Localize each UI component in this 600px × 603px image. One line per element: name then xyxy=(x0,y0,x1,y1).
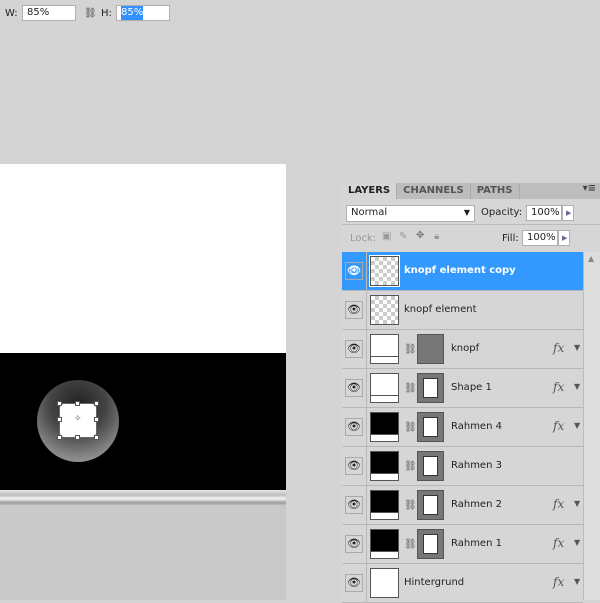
vector-mask-thumbnail[interactable] xyxy=(417,334,444,364)
visibility-eye-icon[interactable]: 👁︎ xyxy=(345,574,363,592)
fill-input[interactable]: 100% xyxy=(522,230,558,246)
layer-name: Shape 1 xyxy=(451,382,492,393)
opacity-label: Opacity: xyxy=(481,207,523,218)
visibility-eye-icon[interactable]: 👁︎ xyxy=(345,340,363,358)
lock-transparent-icon[interactable]: ▣ xyxy=(382,231,391,242)
opacity-input[interactable]: 100% xyxy=(526,205,562,221)
expand-effects-icon[interactable]: ▼ xyxy=(574,538,580,547)
transform-selection[interactable]: ✧ xyxy=(57,401,99,440)
visibility-eye-icon[interactable]: 👁︎ xyxy=(345,418,363,436)
expand-effects-icon[interactable]: ▼ xyxy=(574,421,580,430)
layer-name: Hintergrund xyxy=(404,577,465,588)
expand-effects-icon[interactable]: ▼ xyxy=(574,343,580,352)
layer-thumbnail xyxy=(370,373,399,403)
tab-paths[interactable]: PATHS xyxy=(471,183,520,199)
vector-mask-thumbnail[interactable] xyxy=(417,373,444,403)
layer-thumbnail xyxy=(369,255,400,287)
blend-mode-select[interactable]: Normal ▼ xyxy=(346,205,475,222)
fill-slider-arrow[interactable]: ▶ xyxy=(558,230,570,246)
layer-thumbnail xyxy=(370,295,399,325)
layers-scrollbar[interactable]: ▲ xyxy=(583,252,600,600)
height-input[interactable]: 85% xyxy=(116,5,170,21)
layer-row[interactable]: 👁︎ ⛓ Shape 1 fx ▼ xyxy=(342,369,583,408)
layer-thumbnail xyxy=(370,412,399,442)
layer-name: Rahmen 4 xyxy=(451,421,502,432)
fx-icon[interactable]: fx xyxy=(553,536,564,550)
height-value: 85% xyxy=(121,6,144,20)
center-point-icon: ✧ xyxy=(74,414,82,424)
layer-thumbnail xyxy=(370,490,399,520)
layer-name: Rahmen 3 xyxy=(451,460,502,471)
vector-mask-thumbnail[interactable] xyxy=(417,490,444,520)
layer-row[interactable]: 👁︎ knopf element copy xyxy=(342,252,583,291)
vector-mask-thumbnail[interactable] xyxy=(417,529,444,559)
lock-label: Lock: xyxy=(350,233,377,244)
visibility-eye-icon[interactable]: 👁︎ xyxy=(345,301,363,319)
layer-row[interactable]: 👁︎ ⛓ Rahmen 1 fx ▼ xyxy=(342,525,583,564)
expand-effects-icon[interactable]: ▼ xyxy=(574,499,580,508)
vector-mask-thumbnail[interactable] xyxy=(417,451,444,481)
transform-handle[interactable] xyxy=(94,401,99,406)
vector-mask-thumbnail[interactable] xyxy=(417,412,444,442)
link-icon[interactable]: ⛓ xyxy=(84,5,97,21)
layer-row[interactable]: 👁︎ ⛓ knopf fx ▼ xyxy=(342,330,583,369)
lock-all-icon[interactable]: 🔒︎ xyxy=(434,231,439,242)
layers-panel: LAYERS CHANNELS PATHS ▾≡ Normal ▼ Opacity… xyxy=(342,183,600,603)
visibility-eye-icon[interactable]: 👁︎ xyxy=(345,379,363,397)
fill-label: Fill: xyxy=(502,233,519,244)
layer-thumbnail xyxy=(370,529,399,559)
blend-mode-value: Normal xyxy=(351,207,388,218)
layer-row[interactable]: 👁︎ ⛓ Rahmen 2 fx ▼ xyxy=(342,486,583,525)
visibility-eye-icon[interactable]: 👁︎ xyxy=(345,262,363,280)
expand-effects-icon[interactable]: ▼ xyxy=(574,577,580,586)
layer-name: knopf element copy xyxy=(404,265,516,276)
opacity-slider-arrow[interactable]: ▶ xyxy=(562,205,574,221)
tab-layers[interactable]: LAYERS xyxy=(342,183,398,199)
layer-thumbnail xyxy=(370,451,399,481)
visibility-eye-icon[interactable]: 👁︎ xyxy=(345,496,363,514)
layer-thumbnail xyxy=(370,568,399,598)
chain-link-icon[interactable]: ⛓ xyxy=(404,344,417,355)
layer-name: knopf element xyxy=(404,304,477,315)
fx-icon[interactable]: fx xyxy=(553,497,564,511)
transform-handle[interactable] xyxy=(75,401,80,406)
visibility-eye-icon[interactable]: 👁︎ xyxy=(345,535,363,553)
layer-thumbnail xyxy=(370,334,399,364)
expand-effects-icon[interactable]: ▼ xyxy=(574,382,580,391)
visibility-eye-icon[interactable]: 👁︎ xyxy=(345,457,363,475)
transform-handle[interactable] xyxy=(94,435,99,440)
transform-handle[interactable] xyxy=(57,417,62,422)
layer-row[interactable]: 👁︎ ⛓ Rahmen 4 fx ▼ xyxy=(342,408,583,447)
width-label: W: xyxy=(5,7,18,19)
transform-handle[interactable] xyxy=(57,435,62,440)
fx-icon[interactable]: fx xyxy=(553,575,564,589)
transform-handle[interactable] xyxy=(94,417,99,422)
width-input[interactable]: 85% xyxy=(22,5,76,21)
height-label: H: xyxy=(101,7,112,19)
transform-handle[interactable] xyxy=(75,435,80,440)
layer-name: Rahmen 1 xyxy=(451,538,502,549)
chain-link-icon[interactable]: ⛓ xyxy=(404,383,417,394)
lock-move-icon[interactable]: ✥ xyxy=(416,230,424,241)
panel-menu-icon[interactable]: ▾≡ xyxy=(583,183,600,199)
lock-brush-icon[interactable]: ✎ xyxy=(399,231,407,242)
canvas-gray-area xyxy=(0,506,286,600)
layer-row[interactable]: 👁︎ knopf element xyxy=(342,291,583,330)
layer-row[interactable]: 👁︎ ⛓ Rahmen 3 xyxy=(342,447,583,486)
chrome-rail xyxy=(0,490,286,506)
fx-icon[interactable]: fx xyxy=(553,419,564,433)
layer-row[interactable]: 👁︎ Hintergrund fx ▼ xyxy=(342,564,583,603)
layer-name: Rahmen 2 xyxy=(451,499,502,510)
canvas-white-area[interactable] xyxy=(0,164,286,353)
transform-handle[interactable] xyxy=(57,401,62,406)
tab-channels[interactable]: CHANNELS xyxy=(397,183,471,199)
chain-link-icon[interactable]: ⛓ xyxy=(404,461,417,472)
fx-icon[interactable]: fx xyxy=(553,341,564,355)
chain-link-icon[interactable]: ⛓ xyxy=(404,422,417,433)
fx-icon[interactable]: fx xyxy=(553,380,564,394)
layer-name: knopf xyxy=(451,343,480,354)
chain-link-icon[interactable]: ⛓ xyxy=(404,500,417,511)
chain-link-icon[interactable]: ⛓ xyxy=(404,539,417,550)
